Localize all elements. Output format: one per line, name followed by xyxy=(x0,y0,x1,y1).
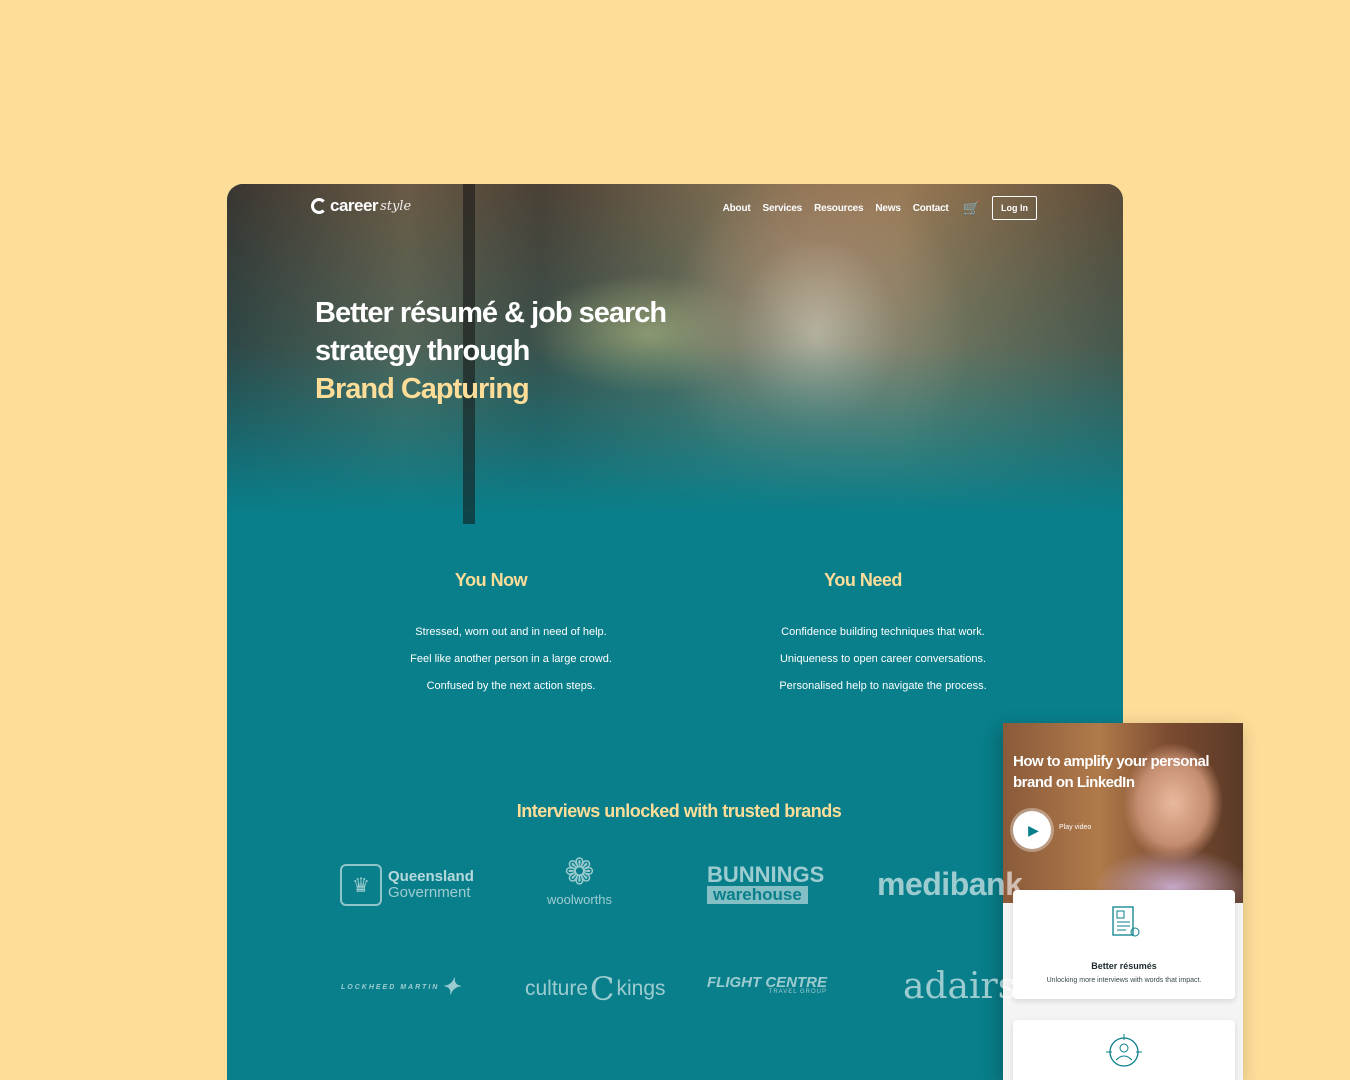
login-button[interactable]: Log In xyxy=(992,196,1037,220)
queensland-government-logo: ♛ Queensland Government xyxy=(340,864,474,906)
crest-icon: ♛ xyxy=(340,864,382,906)
woolworths-logo: ❁ woolworths xyxy=(547,851,613,908)
headline-accent: Brand Capturing xyxy=(315,373,530,405)
card-text: Unlocking more interviews with words tha… xyxy=(1046,977,1202,984)
brand-text: woolworths xyxy=(547,892,613,907)
list-item: Personalised help to navigate the proces… xyxy=(779,680,987,692)
you-need-title: You Need xyxy=(824,570,902,590)
cart-icon[interactable]: 🛒 xyxy=(963,200,980,217)
play-label[interactable]: Play video xyxy=(1059,824,1091,831)
service-card[interactable]: Better résumés Unlocking more interviews… xyxy=(1013,890,1235,999)
star-icon: ✦ xyxy=(441,974,462,999)
medibank-logo: medibank xyxy=(877,866,1023,902)
hero-headline: Better résumé & job search strategy thro… xyxy=(315,294,667,408)
brand-text: culture xyxy=(525,977,589,1000)
woolworths-icon: ❁ xyxy=(564,851,595,892)
you-now-column: You Now Stressed, worn out and in need o… xyxy=(351,570,651,700)
mobile-preview: How to amplify your personal brand on Li… xyxy=(1003,723,1243,1080)
brand-text: LOCKHEED MARTIN xyxy=(341,983,440,991)
brand-text: warehouse xyxy=(707,886,808,904)
lockheed-martin-logo: LOCKHEED MARTIN ✦ xyxy=(341,974,462,1000)
logo-icon xyxy=(311,198,327,214)
list-item: Uniqueness to open career conversations. xyxy=(779,653,987,665)
website-frame: career style About Services Resources Ne… xyxy=(227,184,1123,1080)
logo-text: career xyxy=(330,196,379,215)
nav-contact[interactable]: Contact xyxy=(913,203,949,214)
adairs-logo: adairs xyxy=(903,966,1017,1007)
logo-subtext: style xyxy=(380,198,412,214)
brand-text: Queensland xyxy=(388,868,474,885)
you-now-list: Stressed, worn out and in need of help. … xyxy=(351,619,651,700)
main-menu: About Services Resources News Contact 🛒 … xyxy=(723,196,1037,220)
list-item: Feel like another person in a large crow… xyxy=(410,653,612,665)
nav-services[interactable]: Services xyxy=(763,203,803,214)
brands-title: Interviews unlocked with trusted brands xyxy=(516,801,842,821)
play-icon: ▶ xyxy=(1028,821,1039,838)
list-item: Confused by the next action steps. xyxy=(426,680,596,692)
brand-text: C xyxy=(590,970,615,1008)
headline-line-1: Better résumé & job search xyxy=(315,297,667,329)
bunnings-logo: BUNNINGS warehouse xyxy=(707,864,824,904)
flight-centre-logo: FLIGHT CENTRE TRAVEL GROUP xyxy=(707,974,827,995)
card-title: Better résumés xyxy=(1091,961,1157,971)
you-need-column: You Need Confidence building techniques … xyxy=(723,570,1023,700)
popup-title: How to amplify your personal brand on Li… xyxy=(1013,753,1210,791)
list-item: Stressed, worn out and in need of help. xyxy=(415,626,607,638)
brand-text: TRAVEL GROUP xyxy=(768,989,827,995)
nav-resources[interactable]: Resources xyxy=(814,203,864,214)
service-card[interactable] xyxy=(1013,1020,1235,1080)
careerstyle-logo[interactable]: career style xyxy=(311,196,411,216)
resume-icon xyxy=(1112,906,1140,937)
brand-text: BUNNINGS xyxy=(707,862,825,887)
top-nav: career style About Services Resources Ne… xyxy=(227,184,1123,234)
target-person-icon xyxy=(1106,1034,1142,1067)
brand-text: kings xyxy=(616,977,666,1000)
nav-news[interactable]: News xyxy=(875,203,901,214)
you-now-title: You Now xyxy=(454,570,528,590)
culture-kings-logo: culture C kings xyxy=(525,970,666,1008)
brand-text: Government xyxy=(388,884,471,901)
headline-line-2: strategy through xyxy=(315,335,530,367)
you-need-list: Confidence building techniques that work… xyxy=(723,619,1023,700)
nav-about[interactable]: About xyxy=(723,203,751,214)
list-item: Confidence building techniques that work… xyxy=(781,626,985,638)
